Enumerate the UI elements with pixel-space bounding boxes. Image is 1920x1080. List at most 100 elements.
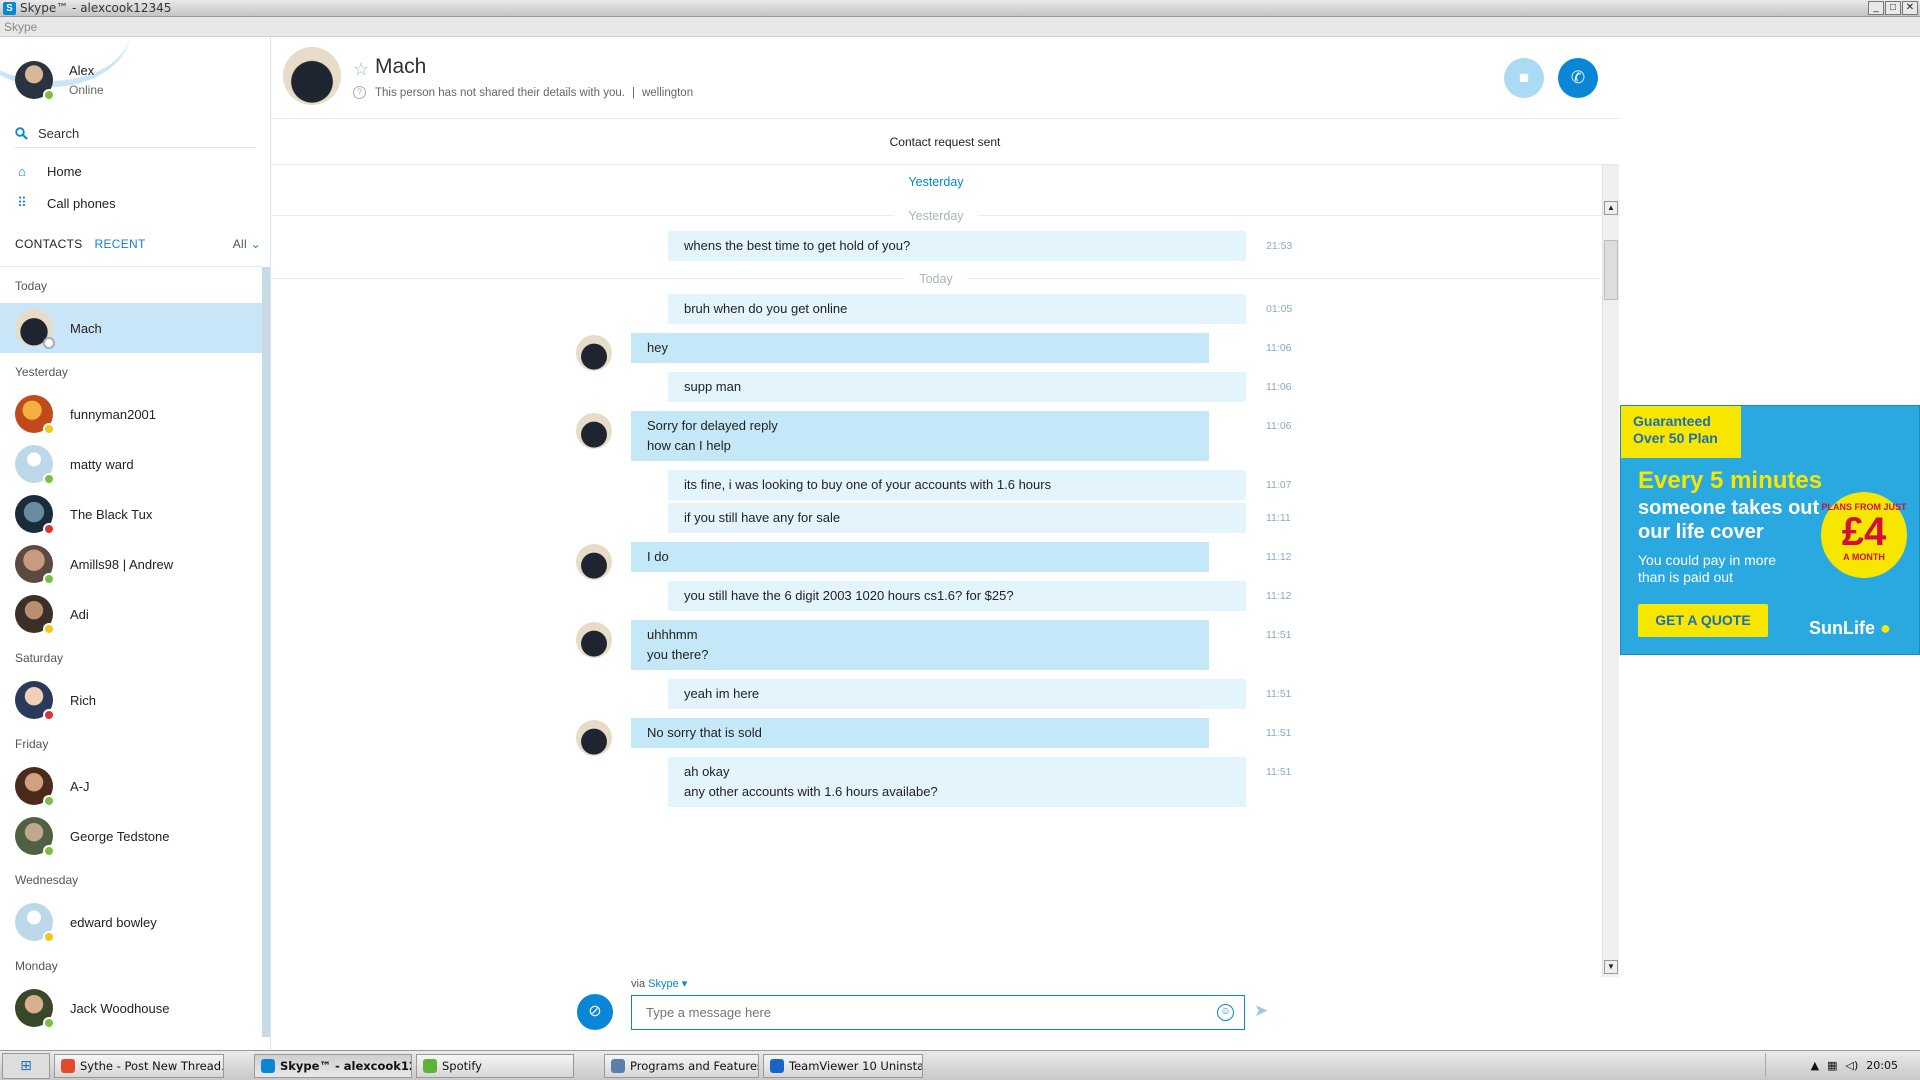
contact-item[interactable]: Amills98 | Andrew (0, 539, 262, 589)
day-divider-yesterday: Yesterday (271, 208, 1601, 223)
message-timestamp: 11:07 (1266, 479, 1292, 491)
filter-dropdown[interactable]: All ⌄ (233, 237, 261, 251)
sidebar-scrollbar[interactable] (262, 267, 270, 1037)
taskbar-items: Sythe - Post New Thread... Skype™ - alexc… (50, 1053, 923, 1078)
contact-avatar (15, 309, 55, 349)
advertisement[interactable]: Guaranteed Over 50 Plan Every 5 minutes … (1620, 405, 1920, 655)
send-icon[interactable]: ➤ (1254, 1001, 1268, 1021)
contact-item[interactable]: Jack Woodhouse (0, 983, 262, 1033)
message-text: hey (647, 340, 668, 355)
attach-button[interactable]: ⊘ (577, 994, 613, 1030)
close-button[interactable]: ✕ (1902, 1, 1918, 15)
emoticon-icon[interactable]: ☺ (1217, 1004, 1234, 1021)
sender-avatar[interactable] (576, 720, 612, 756)
tab-contacts[interactable]: CONTACTS (15, 237, 83, 251)
contact-item[interactable]: Mach (0, 303, 262, 353)
message-text: its fine, i was looking to buy one of yo… (684, 477, 1052, 492)
message-bubble[interactable]: whens the best time to get hold of you? (668, 231, 1246, 261)
message-input[interactable] (631, 995, 1245, 1030)
sender-avatar[interactable] (576, 622, 612, 658)
nav-call-phones-label: Call phones (47, 195, 116, 211)
message-bubble[interactable]: I do (631, 542, 1209, 572)
contact-name[interactable]: Mach (375, 55, 426, 79)
message-bubble[interactable]: hey (631, 333, 1209, 363)
nav-call-phones[interactable]: ⠿ Call phones (15, 195, 116, 211)
system-tray: ▲ ▦ ◁) 20:05 (1765, 1053, 1920, 1077)
message-bubble[interactable]: you still have the 6 digit 2003 1020 hou… (668, 581, 1246, 611)
contact-item[interactable]: edward bowley (0, 897, 262, 947)
message-bubble[interactable]: yeah im here (668, 679, 1246, 709)
contact-item[interactable]: George Tedstone (0, 811, 262, 861)
my-avatar[interactable] (15, 61, 55, 101)
search-box[interactable]: Search (15, 120, 256, 148)
taskbar-item[interactable]: Programs and Features (604, 1053, 759, 1078)
sender-avatar[interactable] (576, 544, 612, 580)
profile-status[interactable]: Online (69, 83, 104, 97)
message-timestamp: 01:05 (1266, 303, 1293, 315)
taskbar-item[interactable]: Sythe - Post New Thread... (54, 1053, 224, 1078)
app-icon (261, 1058, 275, 1073)
online-status-icon (43, 795, 55, 807)
message-timestamp: 11:12 (1266, 551, 1292, 563)
window-title: Skype™ - alexcook12345 (20, 1, 172, 15)
message-bubble[interactable]: Sorry for delayed reply how can I help (631, 411, 1209, 461)
clock[interactable]: 20:05 (1866, 1059, 1898, 1072)
nav-home[interactable]: ⌂ Home (15, 164, 82, 179)
window-controls: _ □ ✕ (1868, 1, 1918, 15)
scroll-down-button[interactable]: ▼ (1604, 960, 1618, 974)
contact-avatar (15, 445, 55, 485)
message-bubble[interactable]: No sorry that is sold (631, 718, 1209, 748)
message-bubble[interactable]: supp man (668, 372, 1246, 402)
question-icon: ? (353, 86, 366, 99)
message-bubble[interactable]: if you still have any for sale (668, 503, 1246, 533)
message-scrollbar[interactable]: ▲ ▼ (1602, 165, 1619, 977)
my-profile[interactable]: Alex Online (15, 61, 104, 101)
maximize-button[interactable]: □ (1885, 1, 1901, 15)
contact-avatar (15, 767, 55, 807)
volume-icon[interactable]: ◁) (1846, 1059, 1859, 1072)
via-service: Skype (648, 978, 679, 990)
contact-item[interactable]: Adi (0, 589, 262, 639)
tray-expand-icon[interactable]: ▲ (1811, 1059, 1819, 1072)
menu-skype[interactable]: Skype (4, 20, 37, 34)
via-selector[interactable]: via Skype ▾ (631, 977, 687, 990)
taskbar-item-label: Skype™ - alexcook12... (280, 1058, 411, 1073)
contact-avatar (15, 681, 55, 721)
busy-status-icon (43, 709, 55, 721)
voice-call-button[interactable]: ✆ (1558, 58, 1598, 98)
message-bubble[interactable]: its fine, i was looking to buy one of yo… (668, 470, 1246, 500)
sender-avatar[interactable] (576, 413, 612, 449)
contact-item[interactable]: A-J (0, 761, 262, 811)
ad-banner: Guaranteed Over 50 Plan (1621, 406, 1741, 458)
scroll-thumb[interactable] (1604, 240, 1618, 300)
day-divider-today: Today (271, 271, 1601, 286)
start-button[interactable]: ⊞ (2, 1052, 50, 1079)
message-bubble[interactable]: uhhhmm you there? (631, 620, 1209, 670)
taskbar-item[interactable]: TeamViewer 10 Uninstall (763, 1053, 923, 1078)
contact-item[interactable]: Rich (0, 675, 262, 725)
message-bubble[interactable]: bruh when do you get online (668, 294, 1246, 324)
favorite-star-icon[interactable]: ☆ (353, 59, 369, 80)
day-divider-label: Yesterday (894, 209, 978, 223)
contact-avatar[interactable] (283, 47, 341, 105)
tab-recent[interactable]: RECENT (95, 237, 146, 251)
taskbar-item[interactable]: Spotify (416, 1053, 574, 1078)
contact-avatar (15, 817, 55, 857)
taskbar-item[interactable]: Skype™ - alexcook12... (254, 1053, 412, 1078)
video-call-button[interactable]: ■ (1504, 58, 1544, 98)
minimize-button[interactable]: _ (1868, 1, 1884, 15)
message-bubble[interactable]: ah okay any other accounts with 1.6 hours… (668, 757, 1246, 807)
window-titlebar: S Skype™ - alexcook12345 _ □ ✕ (0, 0, 1920, 17)
ad-subtext: You could pay in more than is paid out (1638, 552, 1777, 585)
contact-item[interactable]: funnyman2001 (0, 389, 262, 439)
sender-avatar[interactable] (576, 335, 612, 371)
sun-icon: ● (1880, 618, 1891, 638)
contact-name: The Black Tux (70, 506, 153, 522)
scroll-up-button[interactable]: ▲ (1604, 201, 1618, 215)
contact-item[interactable]: matty ward (0, 439, 262, 489)
contact-item[interactable]: The Black Tux (0, 489, 262, 539)
ad-badge-price: £4 (1841, 510, 1887, 554)
taskbar-item-label: Spotify (442, 1058, 482, 1073)
network-icon[interactable]: ▦ (1827, 1059, 1837, 1072)
ad-get-quote-button[interactable]: GET A QUOTE (1638, 604, 1768, 637)
